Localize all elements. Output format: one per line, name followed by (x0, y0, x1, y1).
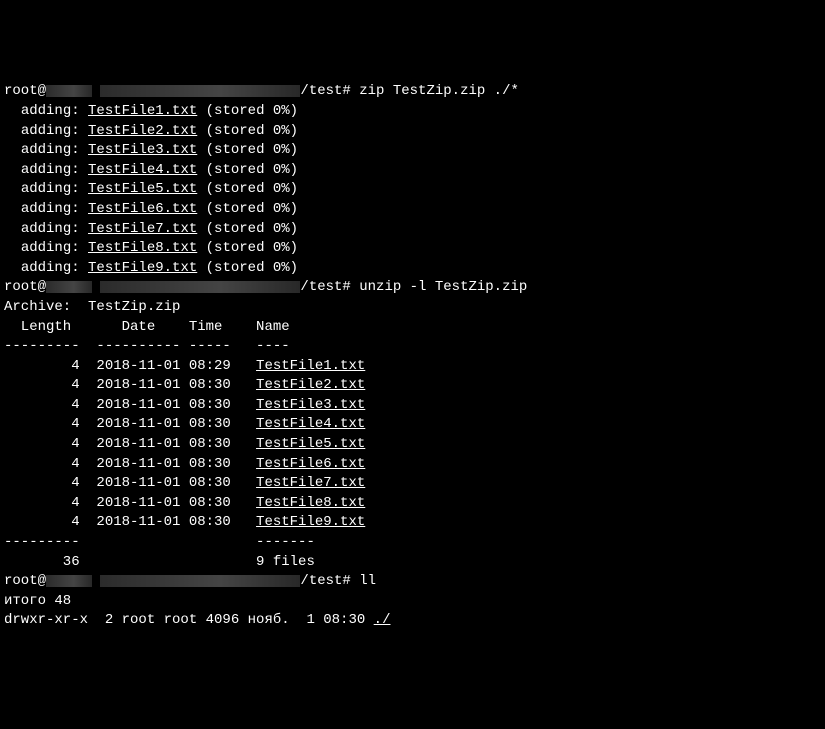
adding-label: adding: (21, 260, 80, 276)
listing-filename: TestFile2.txt (256, 377, 365, 393)
terminal-line: adding: TestFile1.txt (stored 0%) (4, 102, 821, 122)
adding-status: (stored 0%) (206, 103, 298, 119)
adding-status: (stored 0%) (206, 162, 298, 178)
added-file: TestFile3.txt (88, 142, 197, 158)
terminal-line: 4 2018-11-01 08:30 TestFile5.txt (4, 435, 821, 455)
terminal-line: adding: TestFile9.txt (stored 0%) (4, 259, 821, 279)
terminal-line: 4 2018-11-01 08:30 TestFile9.txt (4, 513, 821, 533)
command-input[interactable]: ll (359, 573, 376, 589)
adding-status: (stored 0%) (206, 201, 298, 217)
terminal-line: root@ /test# zip TestZip.zip ./* (4, 82, 821, 102)
listing-row-pre: 4 2018-11-01 08:30 (4, 456, 256, 472)
listing-fsep: --------- ------- (4, 534, 315, 550)
listing-total: 36 9 files (4, 554, 315, 570)
command-input[interactable]: zip TestZip.zip ./* (359, 83, 519, 99)
command-input[interactable]: unzip -l TestZip.zip (359, 279, 527, 295)
terminal-line: adding: TestFile5.txt (stored 0%) (4, 180, 821, 200)
listing-filename: TestFile9.txt (256, 514, 365, 530)
adding-status: (stored 0%) (206, 221, 298, 237)
prompt-path: /test# (300, 83, 350, 99)
listing-row-pre: 4 2018-11-01 08:30 (4, 514, 256, 530)
redacted-hostname (46, 281, 92, 293)
adding-status: (stored 0%) (206, 142, 298, 158)
redacted-hostname (100, 281, 300, 293)
listing-row-pre: 4 2018-11-01 08:30 (4, 495, 256, 511)
adding-status: (stored 0%) (206, 260, 298, 276)
archive-line: Archive: TestZip.zip (4, 299, 180, 315)
redacted-hostname (100, 85, 300, 97)
adding-label: adding: (21, 201, 80, 217)
terminal-line: Length Date Time Name (4, 318, 821, 338)
listing-sep: --------- ---------- ----- ---- (4, 338, 290, 354)
terminal-line: adding: TestFile2.txt (stored 0%) (4, 122, 821, 142)
adding-label: adding: (21, 240, 80, 256)
ll-total: итого 48 (4, 593, 71, 609)
terminal-line: 4 2018-11-01 08:30 TestFile4.txt (4, 415, 821, 435)
ll-row-pre: drwxr-xr-x 2 root root 4096 нояб. 1 08:3… (4, 612, 374, 628)
prompt-path: /test# (300, 279, 350, 295)
terminal-output: root@ /test# zip TestZip.zip ./* adding:… (4, 82, 821, 631)
listing-filename: TestFile6.txt (256, 456, 365, 472)
adding-label: adding: (21, 123, 80, 139)
added-file: TestFile4.txt (88, 162, 197, 178)
listing-row-pre: 4 2018-11-01 08:30 (4, 377, 256, 393)
adding-status: (stored 0%) (206, 181, 298, 197)
ll-filename: ./ (374, 612, 391, 628)
terminal-line: root@ /test# unzip -l TestZip.zip (4, 278, 821, 298)
adding-label: adding: (21, 162, 80, 178)
listing-row-pre: 4 2018-11-01 08:29 (4, 358, 256, 374)
added-file: TestFile9.txt (88, 260, 197, 276)
terminal-line: root@ /test# ll (4, 572, 821, 592)
terminal-line: 4 2018-11-01 08:30 TestFile6.txt (4, 455, 821, 475)
listing-row-pre: 4 2018-11-01 08:30 (4, 416, 256, 432)
terminal-line: --------- ---------- ----- ---- (4, 337, 821, 357)
terminal-line: 4 2018-11-01 08:30 TestFile8.txt (4, 494, 821, 514)
added-file: TestFile2.txt (88, 123, 197, 139)
added-file: TestFile1.txt (88, 103, 197, 119)
prompt-user: root@ (4, 279, 46, 295)
terminal-line: adding: TestFile8.txt (stored 0%) (4, 239, 821, 259)
adding-label: adding: (21, 142, 80, 158)
terminal-line: adding: TestFile3.txt (stored 0%) (4, 141, 821, 161)
added-file: TestFile7.txt (88, 221, 197, 237)
terminal-line: 4 2018-11-01 08:30 TestFile7.txt (4, 474, 821, 494)
terminal-line: 4 2018-11-01 08:29 TestFile1.txt (4, 357, 821, 377)
redacted-hostname (46, 575, 92, 587)
terminal-line: 4 2018-11-01 08:30 TestFile2.txt (4, 376, 821, 396)
added-file: TestFile6.txt (88, 201, 197, 217)
terminal-line: Archive: TestZip.zip (4, 298, 821, 318)
terminal-line: adding: TestFile4.txt (stored 0%) (4, 161, 821, 181)
listing-filename: TestFile7.txt (256, 475, 365, 491)
prompt-user: root@ (4, 83, 46, 99)
redacted-hostname (46, 85, 92, 97)
adding-label: adding: (21, 181, 80, 197)
listing-filename: TestFile5.txt (256, 436, 365, 452)
terminal-line: 36 9 files (4, 553, 821, 573)
prompt-path: /test# (300, 573, 350, 589)
listing-filename: TestFile1.txt (256, 358, 365, 374)
adding-status: (stored 0%) (206, 240, 298, 256)
adding-label: adding: (21, 221, 80, 237)
adding-label: adding: (21, 103, 80, 119)
terminal-line: adding: TestFile6.txt (stored 0%) (4, 200, 821, 220)
adding-status: (stored 0%) (206, 123, 298, 139)
listing-filename: TestFile8.txt (256, 495, 365, 511)
terminal-line: drwxr-xr-x 2 root root 4096 нояб. 1 08:3… (4, 611, 821, 631)
listing-row-pre: 4 2018-11-01 08:30 (4, 475, 256, 491)
terminal-line: --------- ------- (4, 533, 821, 553)
terminal-line: итого 48 (4, 592, 821, 612)
added-file: TestFile5.txt (88, 181, 197, 197)
listing-filename: TestFile3.txt (256, 397, 365, 413)
redacted-hostname (100, 575, 300, 587)
terminal-line: 4 2018-11-01 08:30 TestFile3.txt (4, 396, 821, 416)
listing-row-pre: 4 2018-11-01 08:30 (4, 397, 256, 413)
listing-row-pre: 4 2018-11-01 08:30 (4, 436, 256, 452)
terminal-line: adding: TestFile7.txt (stored 0%) (4, 220, 821, 240)
prompt-user: root@ (4, 573, 46, 589)
added-file: TestFile8.txt (88, 240, 197, 256)
listing-filename: TestFile4.txt (256, 416, 365, 432)
listing-header: Length Date Time Name (4, 319, 290, 335)
